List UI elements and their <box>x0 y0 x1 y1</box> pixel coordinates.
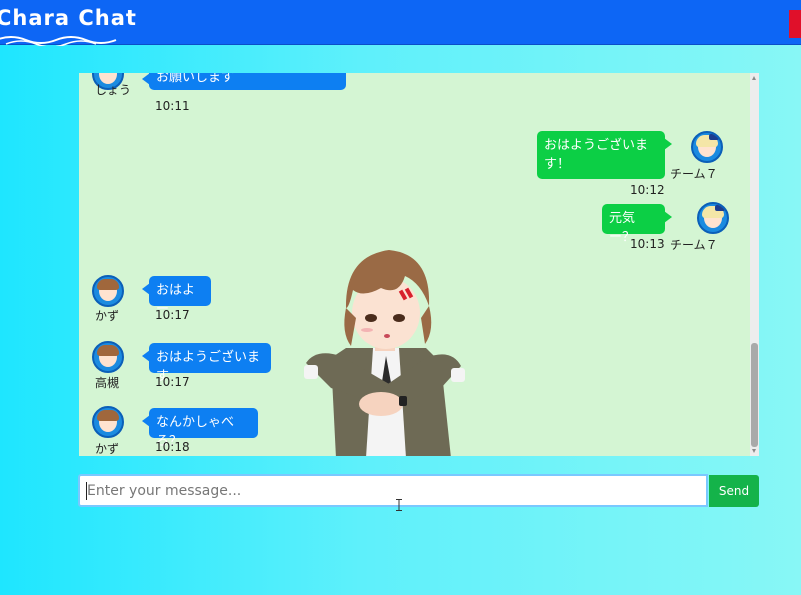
logo-wave-icon <box>0 36 117 46</box>
sender-name: チーム７ <box>670 238 718 252</box>
scroll-down-arrow-icon[interactable] <box>752 449 756 453</box>
avatar-blonde-girl-icon <box>691 131 723 163</box>
text-caret <box>86 482 87 500</box>
message-composer: Send <box>78 474 760 508</box>
message-bubble: おはよー <box>142 276 211 317</box>
header-red-tab[interactable] <box>789 10 801 38</box>
message-time: 10:17 <box>155 308 190 322</box>
character-model-image <box>304 250 465 456</box>
text-cursor-icon <box>396 499 402 511</box>
chat-message-area[interactable]: しょう お願いします 10:11 おはようございま す！ チーム７ 10:12 … <box>79 73 759 456</box>
message-text: おはようございま す！ <box>544 138 649 172</box>
avatar-brown-girl-icon <box>92 341 124 373</box>
avatar-blonde-girl-icon <box>697 202 729 234</box>
message-time: 10:12 <box>630 183 665 197</box>
scroll-up-arrow-icon[interactable] <box>752 76 756 80</box>
message-text: お願いします <box>156 73 235 85</box>
sender-name: かず <box>95 309 120 323</box>
message-time: 10:13 <box>630 237 665 251</box>
sender-name: かず <box>95 442 120 456</box>
message-bubble: なんかしゃべろ？ <box>142 408 258 449</box>
avatar-brown-girl-icon <box>92 275 124 307</box>
sender-name: 高槻 <box>95 376 120 390</box>
avatar-brown-girl-icon <box>92 406 124 438</box>
message-bubble: 元気ー？ <box>602 204 672 245</box>
sender-name: しょう <box>95 83 132 97</box>
app-logo[interactable]: Chara Chat <box>0 6 137 46</box>
chat-scrollbar[interactable] <box>750 73 759 456</box>
app-logo-text: Chara Chat <box>0 6 137 30</box>
message-bubble: おはようございます <box>142 343 271 384</box>
message-time: 10:17 <box>155 375 190 389</box>
send-button[interactable]: Send <box>709 475 759 507</box>
app-header: Chara Chat <box>0 0 801 46</box>
message-bubble: おはようございま す！ <box>537 131 672 179</box>
message-time: 10:11 <box>155 99 190 113</box>
message-bubble: お願いします <box>142 73 346 90</box>
message-time: 10:18 <box>155 440 190 454</box>
sender-name: チーム７ <box>670 167 718 181</box>
scroll-thumb[interactable] <box>751 343 758 447</box>
message-input[interactable] <box>78 474 708 507</box>
